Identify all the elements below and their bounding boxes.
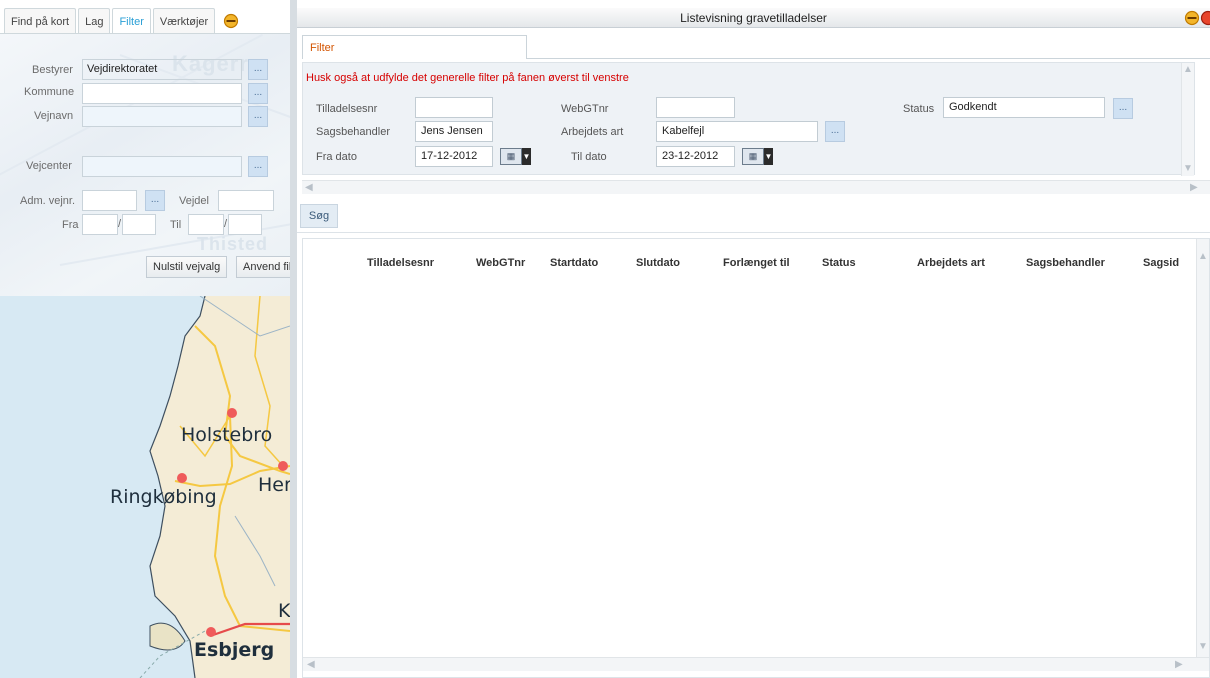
left-tab-bar: Find på kort Lag Filter Værktøjer bbox=[4, 8, 239, 34]
scroll-down-arrow-icon[interactable]: ▼ bbox=[1198, 641, 1208, 652]
vejdel-label: Vejdel bbox=[179, 195, 209, 207]
column-header-startdato[interactable]: Startdato bbox=[550, 257, 598, 269]
sagsbehandler-field[interactable]: Jens Jensen bbox=[415, 121, 493, 142]
tab-filter-panel[interactable]: Filter bbox=[302, 35, 527, 59]
fra-dato-field[interactable]: 17-12-2012 bbox=[415, 146, 493, 167]
tab-vaerktoejer[interactable]: Værktøjer bbox=[152, 8, 216, 34]
til-label: Til bbox=[170, 219, 182, 231]
column-header-webgtnr[interactable]: WebGTnr bbox=[476, 257, 525, 269]
column-header-status[interactable]: Status bbox=[822, 257, 856, 269]
left-panel: Find på kort Lag Filter Værktøjer Kagerr… bbox=[0, 0, 290, 678]
til-km-field[interactable] bbox=[188, 214, 224, 235]
adm-vejnr-label: Adm. vejnr. bbox=[20, 195, 76, 207]
window-title: Listevisning gravetilladelser bbox=[680, 11, 827, 25]
column-header-arbejdets-art[interactable]: Arbejdets art bbox=[917, 257, 985, 269]
city-label-herning: Her bbox=[258, 474, 290, 496]
calendar-icon: ▦ bbox=[500, 148, 522, 165]
kommune-field[interactable] bbox=[82, 83, 242, 104]
window-titlebar: Listevisning gravetilladelser bbox=[297, 8, 1210, 28]
status-label: Status bbox=[903, 103, 935, 115]
minimize-icon[interactable] bbox=[1184, 10, 1200, 26]
vejnavn-picker-button[interactable]: ... bbox=[248, 106, 268, 127]
dropdown-arrow-icon: ▼ bbox=[522, 148, 531, 165]
scroll-up-arrow-icon[interactable]: ▲ bbox=[1183, 64, 1193, 75]
webgtnr-field[interactable] bbox=[656, 97, 735, 118]
filter-vertical-scrollbar[interactable]: ▲ ▼ bbox=[1181, 63, 1194, 176]
separator-line bbox=[297, 232, 1210, 233]
tilladelsesnr-field[interactable] bbox=[415, 97, 493, 118]
results-table: Tilladelsesnr WebGTnr Startdato Slutdato… bbox=[302, 238, 1210, 678]
list-view-window: Listevisning gravetilladelser Filter Hus… bbox=[297, 0, 1210, 678]
vejnavn-field[interactable] bbox=[82, 106, 242, 127]
calendar-icon: ▦ bbox=[742, 148, 764, 165]
tilladelsesnr-label: Tilladelsesnr bbox=[316, 103, 378, 115]
column-header-slutdato[interactable]: Slutdato bbox=[636, 257, 680, 269]
fra-label: Fra bbox=[62, 219, 79, 231]
column-header-sagsid[interactable]: Sagsid bbox=[1143, 257, 1179, 269]
window-controls bbox=[1184, 10, 1210, 26]
webgtnr-label: WebGTnr bbox=[561, 103, 609, 115]
filter-warning-text: Husk også at udfylde det generelle filte… bbox=[306, 72, 629, 84]
map-watermark: Thisted bbox=[197, 234, 269, 254]
city-label-ringkobing: Ringkøbing bbox=[110, 486, 217, 508]
scroll-left-arrow-icon[interactable]: ◀ bbox=[305, 182, 313, 193]
arbejdets-art-field[interactable]: Kabelfejl bbox=[656, 121, 818, 142]
tab-lag[interactable]: Lag bbox=[78, 8, 111, 34]
tab-find-paa-kort[interactable]: Find på kort bbox=[4, 8, 77, 34]
bestyrer-field[interactable]: Vejdirektoratet bbox=[82, 59, 242, 80]
til-dato-calendar-button[interactable]: ▦ ▼ bbox=[742, 147, 774, 166]
search-button[interactable]: Søg bbox=[300, 204, 338, 228]
filter-panel: Husk også at udfylde det generelle filte… bbox=[302, 62, 1195, 176]
tab-underline bbox=[527, 58, 1210, 59]
vejcenter-label: Vejcenter bbox=[26, 160, 72, 172]
panel-divider[interactable] bbox=[290, 0, 297, 678]
adm-vejnr-field[interactable] bbox=[82, 190, 137, 211]
til-m-field[interactable] bbox=[228, 214, 262, 235]
city-label-holstebro: Holstebro bbox=[181, 424, 273, 446]
tab-filter[interactable]: Filter bbox=[112, 8, 151, 34]
bestyrer-picker-button[interactable]: ... bbox=[248, 59, 268, 80]
vejdel-field[interactable] bbox=[218, 190, 274, 211]
status-picker-button[interactable]: ... bbox=[1113, 98, 1133, 119]
table-horizontal-scrollbar[interactable]: ◀ ▶ bbox=[303, 657, 1209, 671]
nulstil-vejvalg-button[interactable]: Nulstil vejvalg bbox=[146, 256, 228, 278]
city-label-partial: K bbox=[278, 600, 290, 622]
separator: / bbox=[224, 218, 228, 230]
fra-dato-label: Fra dato bbox=[316, 151, 357, 163]
filter-horizontal-scrollbar[interactable]: ◀ ▶ bbox=[302, 180, 1210, 194]
map-view[interactable]: Holstebro Ringkøbing Her K Esbjerg bbox=[0, 296, 290, 678]
scroll-right-arrow-icon[interactable]: ▶ bbox=[1175, 659, 1183, 670]
fra-dato-calendar-button[interactable]: ▦ ▼ bbox=[500, 147, 532, 166]
arbejdets-art-picker-button[interactable]: ... bbox=[825, 121, 845, 142]
scroll-down-arrow-icon[interactable]: ▼ bbox=[1183, 163, 1193, 174]
collapse-icon[interactable] bbox=[223, 13, 239, 29]
column-header-tilladelsesnr[interactable]: Tilladelsesnr bbox=[367, 257, 434, 269]
til-dato-label: Til dato bbox=[571, 151, 607, 163]
sagsbehandler-label: Sagsbehandler bbox=[316, 126, 391, 138]
scroll-right-arrow-icon[interactable]: ▶ bbox=[1190, 182, 1198, 193]
city-label-esbjerg: Esbjerg bbox=[194, 639, 275, 661]
status-field[interactable]: Godkendt bbox=[943, 97, 1105, 118]
kommune-picker-button[interactable]: ... bbox=[248, 83, 268, 104]
column-header-forlaenget-til[interactable]: Forlænget til bbox=[723, 257, 790, 269]
separator: / bbox=[118, 218, 122, 230]
dropdown-arrow-icon: ▼ bbox=[764, 148, 773, 165]
vejcenter-field[interactable] bbox=[82, 156, 242, 177]
scroll-left-arrow-icon[interactable]: ◀ bbox=[307, 659, 315, 670]
vejcenter-picker-button[interactable]: ... bbox=[248, 156, 268, 177]
close-icon[interactable] bbox=[1200, 10, 1210, 26]
vejnavn-label: Vejnavn bbox=[34, 110, 74, 122]
til-dato-field[interactable]: 23-12-2012 bbox=[656, 146, 735, 167]
scroll-up-arrow-icon[interactable]: ▲ bbox=[1198, 251, 1208, 262]
left-filter-form: Kagerra Thisted Bestyrer Vejdirektoratet… bbox=[0, 34, 290, 296]
fra-m-field[interactable] bbox=[122, 214, 156, 235]
table-vertical-scrollbar[interactable]: ▲ ▼ bbox=[1196, 239, 1209, 657]
adm-vejnr-picker-button[interactable]: ... bbox=[145, 190, 165, 211]
bestyrer-label: Bestyrer bbox=[32, 64, 73, 76]
fra-km-field[interactable] bbox=[82, 214, 118, 235]
column-header-sagsbehandler[interactable]: Sagsbehandler bbox=[1026, 257, 1105, 269]
kommune-label: Kommune bbox=[24, 86, 75, 98]
arbejdets-art-label: Arbejdets art bbox=[561, 126, 624, 138]
anvend-filter-button[interactable]: Anvend filter bbox=[236, 256, 290, 278]
